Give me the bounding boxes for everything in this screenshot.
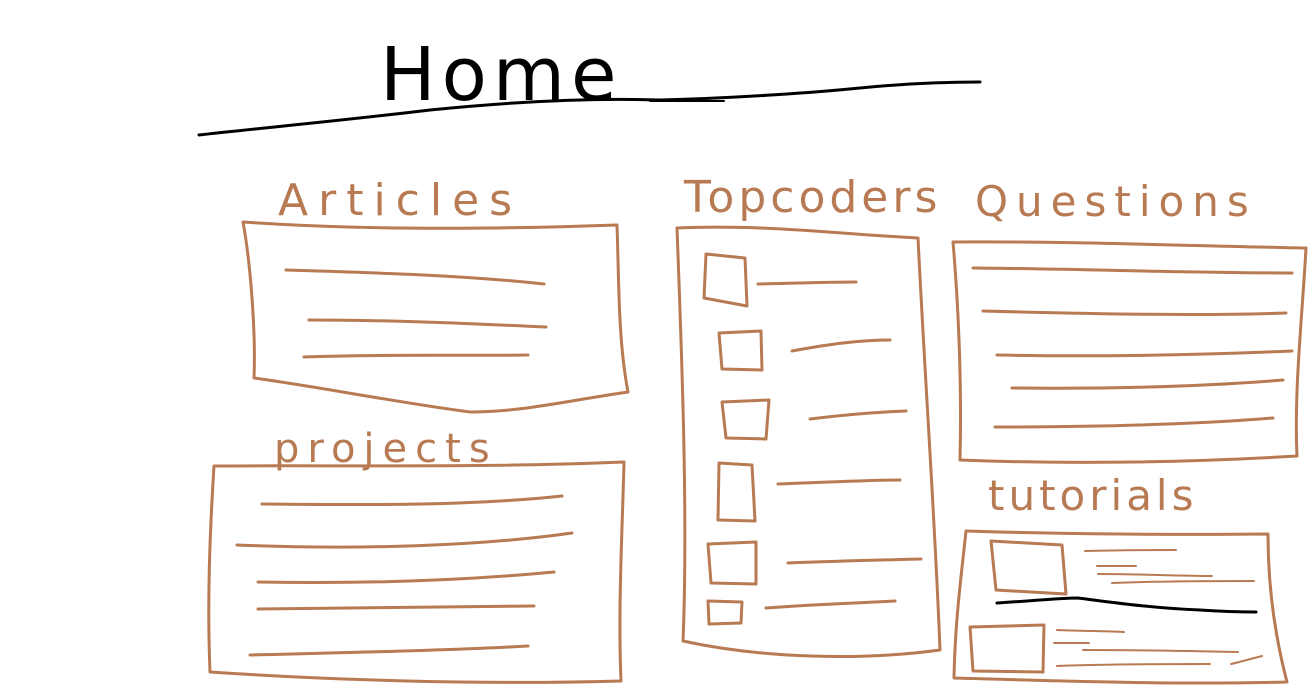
tutorial-entry[interactable] <box>989 539 1258 614</box>
projects-section[interactable]: projects <box>207 426 626 684</box>
tutorial-entry[interactable] <box>968 623 1263 674</box>
home-header: Home <box>197 32 982 137</box>
tutorials-section[interactable]: tutorials <box>952 471 1289 685</box>
topcoder-entry[interactable] <box>702 252 858 308</box>
articles-box <box>241 220 630 414</box>
topcoder-entry[interactable] <box>716 461 902 523</box>
avatar <box>720 398 771 441</box>
tutorial-text-lines <box>1084 549 1255 584</box>
divider-line <box>995 596 1258 614</box>
topcoders-section[interactable]: Topcoders <box>675 172 942 658</box>
articles-text-lines <box>284 268 548 359</box>
tutorial-thumbnail <box>968 623 1046 674</box>
topcoder-name-line <box>808 409 908 421</box>
tutorials-box <box>952 529 1289 685</box>
tutorial-thumbnail <box>989 539 1068 596</box>
topcoder-name-line <box>764 599 897 610</box>
tutorials-label: tutorials <box>988 471 1197 520</box>
articles-section[interactable]: Articles <box>241 175 630 414</box>
avatar <box>717 329 764 372</box>
topcoder-entry[interactable] <box>706 540 923 586</box>
topcoder-entry[interactable] <box>720 398 908 441</box>
articles-label: Articles <box>278 175 522 226</box>
avatar <box>702 252 749 308</box>
topcoder-name-line <box>756 280 858 286</box>
avatar <box>706 599 744 626</box>
topcoder-name-line <box>776 478 902 486</box>
topcoders-label: Topcoders <box>683 172 941 223</box>
topcoder-entry[interactable] <box>706 599 897 626</box>
topcoder-name-line <box>790 338 892 353</box>
wireframe-sketch: Home Articles projects Topcoders Questio… <box>197 32 1308 685</box>
questions-text-lines <box>971 266 1294 429</box>
avatar <box>706 540 758 586</box>
projects-text-lines <box>235 494 574 657</box>
topcoder-entry[interactable] <box>717 329 892 372</box>
tutorial-text-lines <box>1053 629 1263 667</box>
questions-section[interactable]: Questions <box>951 177 1308 464</box>
avatar <box>716 461 757 523</box>
topcoders-box <box>675 225 942 658</box>
topcoder-name-line <box>786 557 923 565</box>
questions-label: Questions <box>975 177 1257 226</box>
